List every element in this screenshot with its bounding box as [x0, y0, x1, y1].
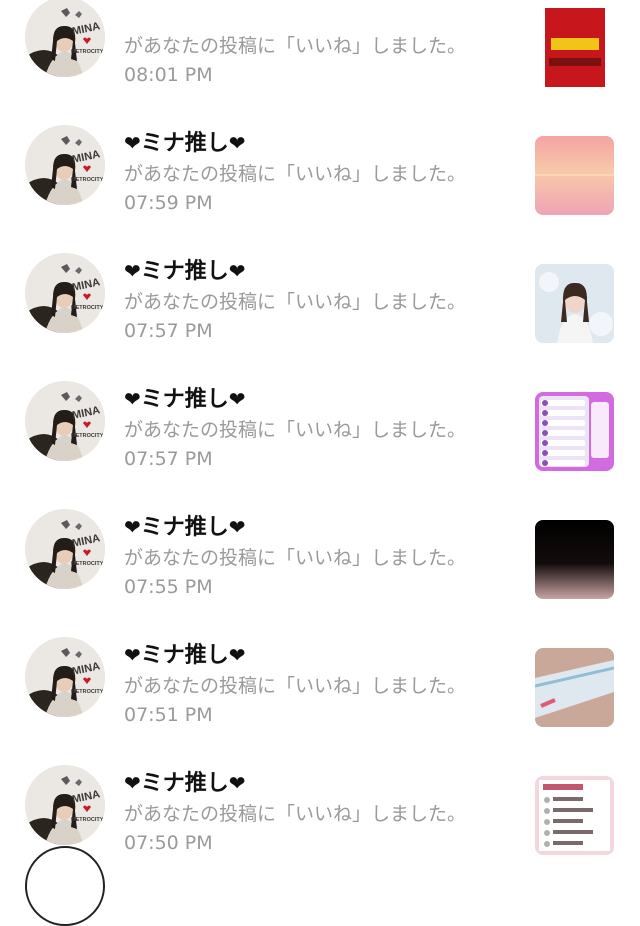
avatar[interactable]: MINA METROCITY	[25, 509, 105, 589]
username-text: ミナ推し	[140, 771, 229, 796]
username[interactable]: ❤ミナ推し❤	[124, 640, 246, 671]
avatar-badge-line2: METROCITY	[71, 433, 104, 439]
username[interactable]: ❤ミナ推し❤	[124, 384, 246, 415]
avatar-badge-line2: METROCITY	[71, 305, 104, 311]
notification-row[interactable]: MINA METROCITY ❤ミナ推し❤ があなたの投稿に「いいね」しました。…	[0, 468, 640, 599]
avatar-badge-line2: METROCITY	[71, 561, 104, 567]
heart-icon: ❤	[228, 771, 246, 795]
avatar[interactable]: MINA METROCITY	[25, 637, 105, 717]
notification-message: があなたの投稿に「いいね」しました。	[124, 675, 467, 697]
purple-list-thumbnail	[535, 392, 614, 471]
post-thumbnail[interactable]	[535, 648, 614, 727]
username-text: ミナ推し	[140, 515, 229, 540]
notification-message: があなたの投稿に「いいね」しました。	[124, 803, 467, 825]
username[interactable]: ❤ミナ推し❤	[124, 768, 246, 799]
avatar-photo: MINA METROCITY	[25, 637, 105, 717]
heart-icon: ❤	[124, 771, 141, 795]
notification-row[interactable]: MINA METROCITY ❤ミナ推し❤ があなたの投稿に「いいね」しました。…	[0, 84, 640, 215]
heart-icon: ❤	[124, 387, 141, 411]
notification-row[interactable]: MINA METROCITY があなたの投稿に「いいね」しました。 08:01 …	[0, 0, 640, 87]
avatar-photo: MINA METROCITY	[25, 125, 105, 205]
avatar[interactable]: MINA METROCITY	[25, 125, 105, 205]
username[interactable]: ❤ミナ推し❤	[124, 128, 246, 159]
username-text: ミナ推し	[140, 387, 229, 412]
avatar-photo: MINA METROCITY	[25, 765, 105, 845]
username-text: ミナ推し	[140, 259, 229, 284]
heart-icon: ❤	[124, 515, 141, 539]
heart-icon: ❤	[228, 131, 246, 155]
pink-note-thumbnail	[535, 776, 614, 855]
avatar[interactable]: MINA METROCITY	[25, 253, 105, 333]
notification-row[interactable]: MINA METROCITY ❤ミナ推し❤ があなたの投稿に「いいね」しました。…	[0, 340, 640, 471]
heart-icon: ❤	[228, 259, 246, 283]
notification-row[interactable]: MINA METROCITY ❤ミナ推し❤ があなたの投稿に「いいね」しました。…	[0, 724, 640, 855]
avatar[interactable]: MINA METROCITY	[25, 381, 105, 461]
heart-icon: ❤	[228, 387, 246, 411]
product-tube-thumbnail	[535, 648, 614, 727]
notification-message: があなたの投稿に「いいね」しました。	[124, 291, 467, 313]
snack-bag-thumbnail	[535, 8, 614, 87]
avatar-badge-line2: METROCITY	[71, 689, 104, 695]
notification-message: があなたの投稿に「いいね」しました。	[124, 419, 467, 441]
username-text: ミナ推し	[140, 131, 229, 156]
post-thumbnail[interactable]	[535, 520, 614, 599]
avatar-photo: MINA METROCITY	[25, 253, 105, 333]
post-thumbnail[interactable]	[535, 264, 614, 343]
sunset-sea-thumbnail	[535, 136, 614, 215]
heart-icon: ❤	[124, 643, 141, 667]
notification-list: MINA METROCITY があなたの投稿に「いいね」しました。 08:01 …	[0, 0, 640, 855]
notification-message: があなたの投稿に「いいね」しました。	[124, 163, 467, 185]
notification-message: があなたの投稿に「いいね」しました。	[124, 547, 467, 569]
avatar-photo: MINA METROCITY	[25, 509, 105, 589]
avatar-badge-line2: METROCITY	[71, 177, 104, 183]
heart-icon: ❤	[228, 515, 246, 539]
avatar-photo: MINA METROCITY	[25, 381, 105, 461]
heart-icon: ❤	[228, 643, 246, 667]
post-thumbnail[interactable]	[535, 776, 614, 855]
avatar[interactable]: MINA METROCITY	[25, 765, 105, 845]
notification-time: 07:50 PM	[124, 832, 213, 854]
username[interactable]: ❤ミナ推し❤	[124, 512, 246, 543]
avatar-badge-line2: METROCITY	[71, 49, 104, 55]
portrait-photo-thumbnail	[535, 264, 614, 343]
post-thumbnail[interactable]	[535, 8, 614, 87]
notification-row[interactable]: MINA METROCITY ❤ミナ推し❤ があなたの投稿に「いいね」しました。…	[0, 212, 640, 343]
avatar-photo: MINA METROCITY	[25, 0, 105, 77]
notification-row[interactable]: MINA METROCITY ❤ミナ推し❤ があなたの投稿に「いいね」しました。…	[0, 596, 640, 727]
heart-icon: ❤	[124, 259, 141, 283]
post-thumbnail[interactable]	[535, 392, 614, 471]
avatar[interactable]: MINA METROCITY	[25, 0, 105, 77]
username[interactable]: ❤ミナ推し❤	[124, 256, 246, 287]
username-text: ミナ推し	[140, 643, 229, 668]
dark-gradient-thumbnail	[535, 520, 614, 599]
notification-message: があなたの投稿に「いいね」しました。	[124, 35, 467, 57]
heart-icon: ❤	[124, 131, 141, 155]
avatar-badge-line2: METROCITY	[71, 817, 104, 823]
avatar-partial[interactable]	[25, 846, 105, 926]
post-thumbnail[interactable]	[535, 136, 614, 215]
